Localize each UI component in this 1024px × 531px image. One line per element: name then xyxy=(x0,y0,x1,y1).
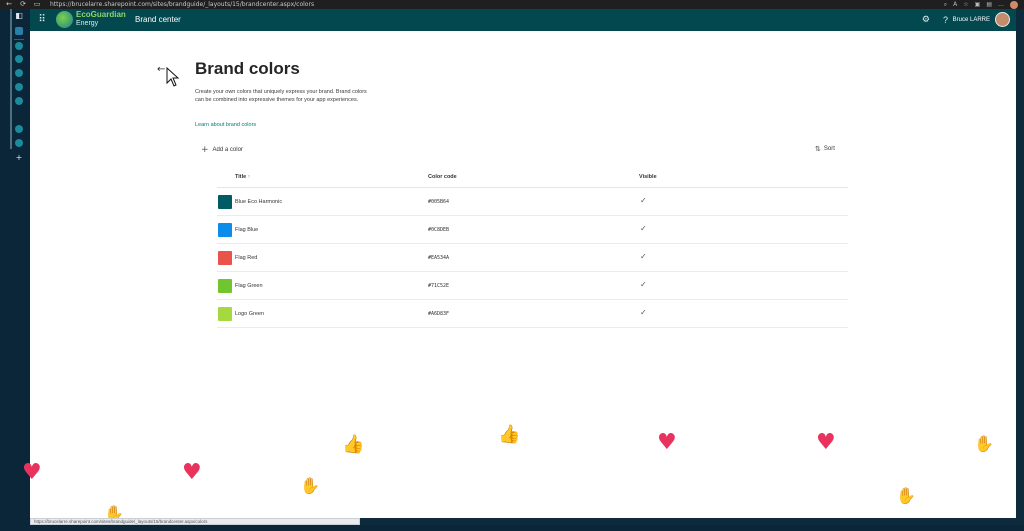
brand-subtitle[interactable]: Energy xyxy=(76,20,98,28)
plus-icon: + xyxy=(201,145,209,155)
visible-check-icon: ✓ xyxy=(640,252,647,261)
sort-label: Sort xyxy=(823,146,835,152)
rail-app-icon-4[interactable] xyxy=(15,69,23,77)
brand-colors-page: ← Brand colors Create your own colors th… xyxy=(30,31,1016,518)
back-arrow-icon[interactable]: ← xyxy=(157,64,165,75)
thumbs-up-reaction-icon: 👍 xyxy=(342,434,365,455)
rail-app-icon-2[interactable] xyxy=(15,42,23,50)
window-edge xyxy=(1016,9,1024,531)
rail-panel-icon[interactable]: ◧ xyxy=(15,12,23,20)
color-title[interactable]: Logo Green xyxy=(235,311,264,317)
extension-icon[interactable]: ▣ xyxy=(975,1,981,8)
clap-reaction-icon: ✋ xyxy=(300,476,320,495)
color-code: #71C52E xyxy=(428,283,450,289)
add-color-label: Add a color xyxy=(212,147,243,153)
color-swatch xyxy=(218,279,232,293)
color-swatch xyxy=(218,251,232,265)
color-code: #A6D83F xyxy=(428,311,450,317)
table-row[interactable]: Blue Eco Harmonic #005B64 ✓ xyxy=(217,188,848,216)
rail-app-icon-5[interactable] xyxy=(15,83,23,91)
ecoguardian-logo[interactable] xyxy=(56,11,73,28)
rail-scroll-track xyxy=(10,9,12,149)
collections-icon[interactable]: ▤ xyxy=(986,1,992,8)
visible-check-icon: ✓ xyxy=(640,308,647,317)
link-status-bar: https://brucelarre.sharepoint.com/sites/… xyxy=(30,518,360,525)
color-title[interactable]: Flag Red xyxy=(235,255,257,261)
column-header-color-code[interactable]: Color code xyxy=(428,174,457,180)
user-avatar[interactable] xyxy=(995,12,1010,27)
page-description: Create your own colors that uniquely exp… xyxy=(195,89,367,103)
rail-app-icon-7[interactable] xyxy=(15,125,23,133)
site-title[interactable]: Brand center xyxy=(135,15,181,25)
app-rail: ◧ + xyxy=(0,9,30,531)
color-swatch xyxy=(218,195,232,209)
thumbs-up-reaction-icon: 👍 xyxy=(498,424,521,445)
column-header-visible[interactable]: Visible xyxy=(639,174,657,180)
table-row[interactable]: Logo Green #A6D83F ✓ xyxy=(217,300,848,328)
address-bar[interactable]: https://brucelarre.sharepoint.com/sites/… xyxy=(50,1,314,8)
rail-app-icon-8[interactable] xyxy=(15,139,23,147)
color-code: #005B64 xyxy=(428,199,450,205)
help-icon[interactable]: ? xyxy=(943,14,948,26)
visible-check-icon: ✓ xyxy=(640,224,647,233)
browser-tab-icon[interactable]: ▭ xyxy=(32,0,42,9)
color-code: #0C8DEB xyxy=(428,227,450,233)
heart-reaction-icon: ♥ xyxy=(182,460,202,485)
sort-ascending-icon: ↑ xyxy=(247,174,251,180)
heart-reaction-icon: ♥ xyxy=(816,430,836,455)
color-code: #EA534A xyxy=(428,255,450,261)
visible-check-icon: ✓ xyxy=(640,196,647,205)
browser-profile-avatar[interactable] xyxy=(1010,0,1018,9)
table-row[interactable]: Flag Green #71C52E ✓ xyxy=(217,272,848,300)
zoom-icon[interactable]: ⌕ xyxy=(944,1,947,9)
rail-app-icon-3[interactable] xyxy=(15,55,23,63)
browser-refresh-icon[interactable]: ⟳ xyxy=(18,0,28,9)
color-title[interactable]: Blue Eco Harmonic xyxy=(235,199,282,205)
more-icon[interactable]: … xyxy=(998,1,1004,8)
read-aloud-icon[interactable]: A xyxy=(953,1,957,8)
table-row[interactable]: Flag Blue #0C8DEB ✓ xyxy=(217,216,848,244)
color-title[interactable]: Flag Blue xyxy=(235,227,258,233)
browser-back-icon[interactable]: ← xyxy=(4,0,14,9)
learn-more-link[interactable]: Learn about brand colors xyxy=(195,122,256,128)
brand-colors-table: Title ↑ Color code Visible Blue Eco Harm… xyxy=(217,170,848,328)
taskbar-strip xyxy=(0,525,1024,531)
table-row[interactable]: Flag Red #EA534A ✓ xyxy=(217,244,848,272)
suite-bar: ⠿ EcoGuardian Energy Brand center ⚙ ? Br… xyxy=(30,9,1016,31)
color-title[interactable]: Flag Green xyxy=(235,283,263,289)
user-name[interactable]: Bruce LARRE xyxy=(953,16,990,24)
sort-icon: ⇅ xyxy=(815,145,821,153)
add-color-button[interactable]: + Add a color xyxy=(201,145,243,155)
page-title: Brand colors xyxy=(195,59,300,78)
clap-reaction-icon: ✋ xyxy=(896,486,916,505)
browser-extensions: ⌕ A ☆ ▣ ▤ … xyxy=(944,0,1018,9)
mouse-cursor-icon xyxy=(166,67,180,87)
browser-toolbar: ← ⟳ ▭ https://brucelarre.sharepoint.com/… xyxy=(0,0,1024,9)
rail-add-icon[interactable]: + xyxy=(15,154,23,162)
rail-divider xyxy=(14,39,24,40)
table-header: Title ↑ Color code Visible xyxy=(217,170,848,188)
settings-gear-icon[interactable]: ⚙ xyxy=(922,14,930,26)
clap-reaction-icon: ✋ xyxy=(974,434,994,453)
visible-check-icon: ✓ xyxy=(640,280,647,289)
heart-reaction-icon: ♥ xyxy=(22,460,42,485)
rail-app-icon-1[interactable] xyxy=(15,27,23,35)
rail-app-icon-6[interactable] xyxy=(15,97,23,105)
heart-reaction-icon: ♥ xyxy=(657,430,677,455)
brand-name[interactable]: EcoGuardian xyxy=(76,11,126,19)
color-swatch xyxy=(218,307,232,321)
column-header-title[interactable]: Title ↑ xyxy=(235,174,250,180)
sort-button[interactable]: ⇅ Sort xyxy=(815,145,835,153)
color-swatch xyxy=(218,223,232,237)
app-launcher-icon[interactable]: ⠿ xyxy=(36,14,48,26)
favorite-icon[interactable]: ☆ xyxy=(963,1,968,8)
